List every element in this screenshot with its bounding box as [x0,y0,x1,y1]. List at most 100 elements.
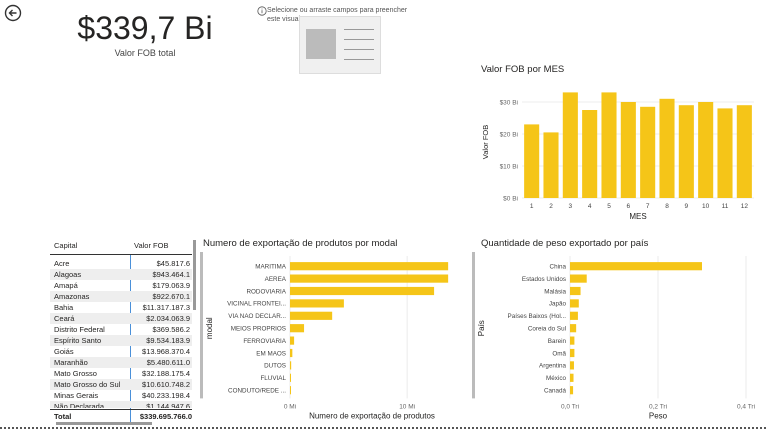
bar [678,105,694,198]
vertical-scrollbar [200,252,203,399]
x-tick-label: 1 [530,203,534,210]
y-tick-label: VICINAL FRONTEI... [227,301,286,308]
table-row[interactable]: Ceará $2.034.063.9 [50,313,192,324]
y-tick-label: $20 Bi [500,132,518,139]
table-row[interactable]: Acre $45.817.6 [50,258,192,269]
bar [290,286,435,296]
y-tick-label: MEIOS PROPRIOS [231,326,286,333]
cell-fob: $5.480.611.0 [146,358,190,367]
bar [570,361,574,370]
cell-capital: Maranhão [54,358,88,367]
y-tick-label: Estados Unidos [522,276,566,283]
capital-table[interactable]: Capital Valor FOB Acre $45.817.6 Alagoas $9… [50,238,196,425]
y-tick-label: MARITIMA [255,264,287,271]
table-row[interactable]: Amazonas $922.670.1 [50,291,192,302]
cell-capital: Espírito Santo [54,336,102,345]
table-row[interactable]: Não Declarada $1.144.947.6 [50,401,192,408]
total-label: Total [54,412,72,421]
bar [570,262,702,271]
bar [290,324,305,333]
y-tick-label: Argentina [539,363,566,370]
y-tick-label: AEREA [265,276,287,283]
info-icon [257,6,267,16]
back-arrow-icon[interactable] [4,4,22,22]
cell-fob: $13.968.370.4 [142,347,190,356]
cell-fob: $40.233.198.4 [142,391,190,400]
y-tick-label: VIA NAO DECLAR... [228,313,286,320]
x-tick-label: 7 [646,203,650,210]
y-tick-label: FERROVIARIA [243,338,286,345]
bar [290,373,291,382]
table-row[interactable]: Minas Gerais $40.233.198.4 [50,390,192,401]
table-row[interactable]: Goiás $13.968.370.4 [50,346,192,357]
kpi-label: Valor FOB total [114,48,176,58]
table-header-fob[interactable]: Valor FOB [134,241,168,250]
y-tick-label: Países Baixos (Hol... [508,313,567,320]
chart-modal[interactable]: 0 Mi 10 Mi MARITIMA AEREA RODOVIARIA VICINAL … [198,252,466,428]
vertical-scrollbar [472,252,475,399]
cell-capital: Acre [54,259,70,268]
bar [570,311,578,320]
table-row[interactable]: Espírito Santo $9.534.183.9 [50,335,192,346]
bar [290,311,333,320]
y-tick-label: CONDUTO/REDE ... [228,388,286,395]
bar [570,274,587,283]
table-header-capital[interactable]: Capital [54,241,77,250]
y-tick-label: $0 Bi [503,196,518,203]
x-tick-label: 0,4 Tri [737,403,755,410]
cell-fob: $1.144.947.6 [146,402,190,408]
bar [290,361,292,370]
bar [562,92,578,198]
vertical-scrollbar[interactable] [193,240,196,310]
chart-title-month: Valor FOB por MES [481,64,565,75]
horizontal-scrollbar[interactable] [56,422,152,425]
bar [582,110,598,198]
cell-capital: Amazonas [54,292,90,301]
table-row[interactable]: Amapá $179.063.9 [50,280,192,291]
cell-capital: Mato Grosso do Sul [54,380,121,389]
empty-visual-placeholder[interactable]: Selecione ou arraste campos para preench… [255,4,415,74]
table-row[interactable]: Mato Grosso $32.188.175.4 [50,368,192,379]
table-body: Acre $45.817.6 Alagoas $943.464.1 Amapá $179.… [50,258,192,408]
bar [620,102,636,198]
cell-capital: Mato Grosso [54,369,97,378]
cell-fob: $10.610.748.2 [142,380,190,389]
cell-fob: $32.188.175.4 [142,369,190,378]
table-row[interactable]: Mato Grosso do Sul $10.610.748.2 [50,379,192,390]
bar [570,373,574,382]
table-row[interactable]: Alagoas $943.464.1 [50,269,192,280]
table-row[interactable]: Bahia $11.317.187.3 [50,302,192,313]
bar [290,348,293,358]
chart-country[interactable]: 0,0 Tri 0,2 Tri 0,4 Tri China Estados Unidos… [470,252,762,428]
bar [290,262,449,271]
cell-capital: Ceará [54,314,75,323]
bar [543,132,559,198]
y-axis-title: Valor FOB [481,125,490,159]
table-row[interactable]: Distrito Federal $369.586.2 [50,324,192,335]
y-tick-label: Barein [548,338,567,345]
table-row[interactable]: Maranhão $5.480.611.0 [50,357,192,368]
bar [570,348,575,358]
chart-month[interactable]: $0 Bi$10 Bi$20 Bi$30 Bi1 2 3 4 5 6 7 8 9 10 11 12ME… [476,78,758,224]
y-axis-title: País [477,320,486,336]
bar [570,324,577,333]
cell-fob: $369.586.2 [152,325,190,334]
bar [736,105,752,198]
y-tick-label: Malásia [544,288,566,295]
bar [659,98,675,198]
chart-title-country: Quantidade de peso exportado por país [481,238,649,249]
total-divider [50,409,192,410]
bar [524,124,540,198]
x-axis-title: MES [629,212,646,221]
cell-fob: $9.534.183.9 [146,336,190,345]
y-axis-title: modal [205,317,214,339]
y-tick-label: Omã [552,350,566,357]
cell-capital: Não Declarada [54,402,105,408]
x-tick-label: 10 [702,203,710,210]
visual-thumbnail [299,16,381,74]
y-tick-label: EM MAOS [256,350,286,357]
y-tick-label: China [550,264,567,271]
bar [640,106,656,198]
cell-fob: $922.670.1 [152,292,190,301]
x-tick-label: 9 [685,203,689,210]
